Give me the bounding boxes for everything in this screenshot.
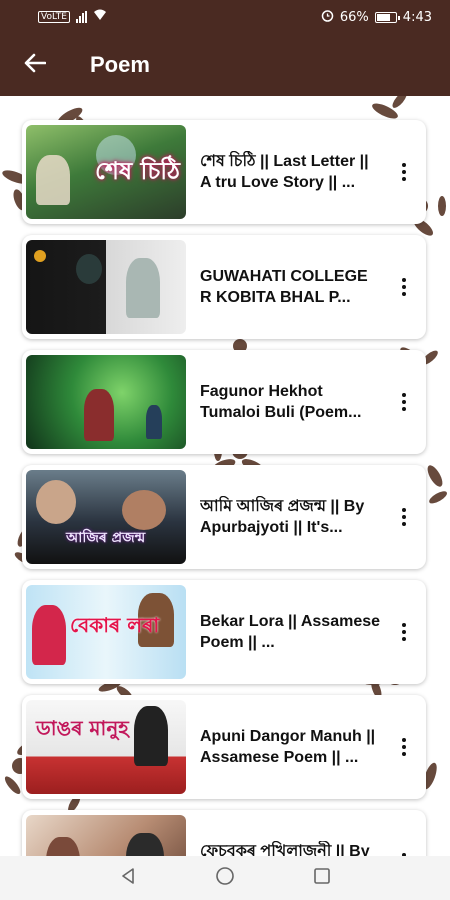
battery-percent: 66%: [339, 9, 369, 25]
signal-icon: [75, 11, 87, 23]
wifi-icon: [93, 9, 107, 25]
status-left: VoLTE: [38, 9, 107, 25]
alarm-icon: [321, 9, 334, 26]
more-vert-icon: [402, 623, 406, 641]
more-vert-icon: [402, 738, 406, 756]
more-options-button[interactable]: [386, 257, 422, 317]
video-title[interactable]: ফেচবুকৰ পখিলাজনী || By Apurbajyoti || A.…: [200, 841, 386, 856]
more-options-button[interactable]: [386, 717, 422, 777]
video-title[interactable]: শেষ চিঠি || Last Letter || A tru Love St…: [200, 151, 386, 193]
page-title: Poem: [90, 52, 150, 77]
more-options-button[interactable]: [386, 142, 422, 202]
arrow-left-icon: [24, 53, 47, 77]
recents-square-icon: [313, 867, 331, 889]
more-options-button[interactable]: [386, 832, 422, 856]
more-vert-icon: [402, 163, 406, 181]
nav-back-button[interactable]: [108, 858, 148, 898]
volte-label: VoLTE: [38, 11, 70, 23]
video-thumbnail[interactable]: ডাঙৰ মানুহ: [26, 700, 186, 794]
thumbnail-caption: ডাঙৰ মানুহ: [36, 716, 129, 740]
video-title[interactable]: Apuni Dangor Manuh || Assamese Poem || .…: [200, 726, 386, 768]
battery-fill: [376, 13, 390, 21]
battery-icon: [374, 11, 400, 23]
back-button[interactable]: [0, 34, 70, 96]
video-card[interactable]: Fagunor Hekhot Tumaloi Buli (Poem...: [22, 350, 426, 454]
video-title[interactable]: GUWAHATI COLLEGE R KOBITA BHAL P...: [200, 266, 386, 308]
video-list[interactable]: শেষ চিঠি শেষ চিঠি || Last Letter || A tr…: [0, 96, 450, 856]
video-thumbnail[interactable]: বেকাৰ লৰা: [26, 585, 186, 679]
back-triangle-icon: [119, 867, 137, 889]
video-thumbnail[interactable]: [26, 815, 186, 856]
video-card[interactable]: ডাঙৰ মানুহ Apuni Dangor Manuh || Assames…: [22, 695, 426, 799]
video-card[interactable]: আজিৰ প্ৰজন্ম আমি আজিৰ প্ৰজন্ম || By Apur…: [22, 465, 426, 569]
thumbnail-caption: বেকাৰ লৰা: [70, 613, 160, 637]
video-thumbnail[interactable]: শেষ চিঠি: [26, 125, 186, 219]
video-card[interactable]: ফেচবুকৰ পখিলাজনী || By Apurbajyoti || A.…: [22, 810, 426, 856]
more-options-button[interactable]: [386, 487, 422, 547]
video-card[interactable]: বেকাৰ লৰা Bekar Lora || Assamese Poem ||…: [22, 580, 426, 684]
video-thumbnail[interactable]: [26, 355, 186, 449]
more-options-button[interactable]: [386, 372, 422, 432]
video-title[interactable]: আমি আজিৰ প্ৰজন্ম || By Apurbajyoti || It…: [200, 496, 386, 538]
clock: 4:43: [402, 9, 432, 25]
thumbnail-caption: আজিৰ প্ৰজন্ম: [66, 530, 146, 546]
status-right: 66% 4:43: [321, 9, 432, 26]
home-circle-icon: [215, 866, 235, 890]
video-thumbnail[interactable]: আজিৰ প্ৰজন্ম: [26, 470, 186, 564]
more-vert-icon: [402, 278, 406, 296]
video-card[interactable]: GUWAHATI COLLEGE R KOBITA BHAL P...: [22, 235, 426, 339]
nav-recents-button[interactable]: [302, 858, 342, 898]
more-options-button[interactable]: [386, 602, 422, 662]
thumbnail-caption: শেষ চিঠি: [94, 157, 180, 185]
more-vert-icon: [402, 393, 406, 411]
nav-home-button[interactable]: [205, 858, 245, 898]
system-nav-bar: [0, 856, 450, 900]
more-vert-icon: [402, 508, 406, 526]
video-thumbnail[interactable]: [26, 240, 186, 334]
video-title[interactable]: Bekar Lora || Assamese Poem || ...: [200, 611, 386, 653]
video-title[interactable]: Fagunor Hekhot Tumaloi Buli (Poem...: [200, 381, 386, 423]
status-bar: VoLTE 66% 4:43: [0, 0, 450, 34]
video-card[interactable]: শেষ চিঠি শেষ চিঠি || Last Letter || A tr…: [22, 120, 426, 224]
app-bar: Poem: [0, 34, 450, 96]
